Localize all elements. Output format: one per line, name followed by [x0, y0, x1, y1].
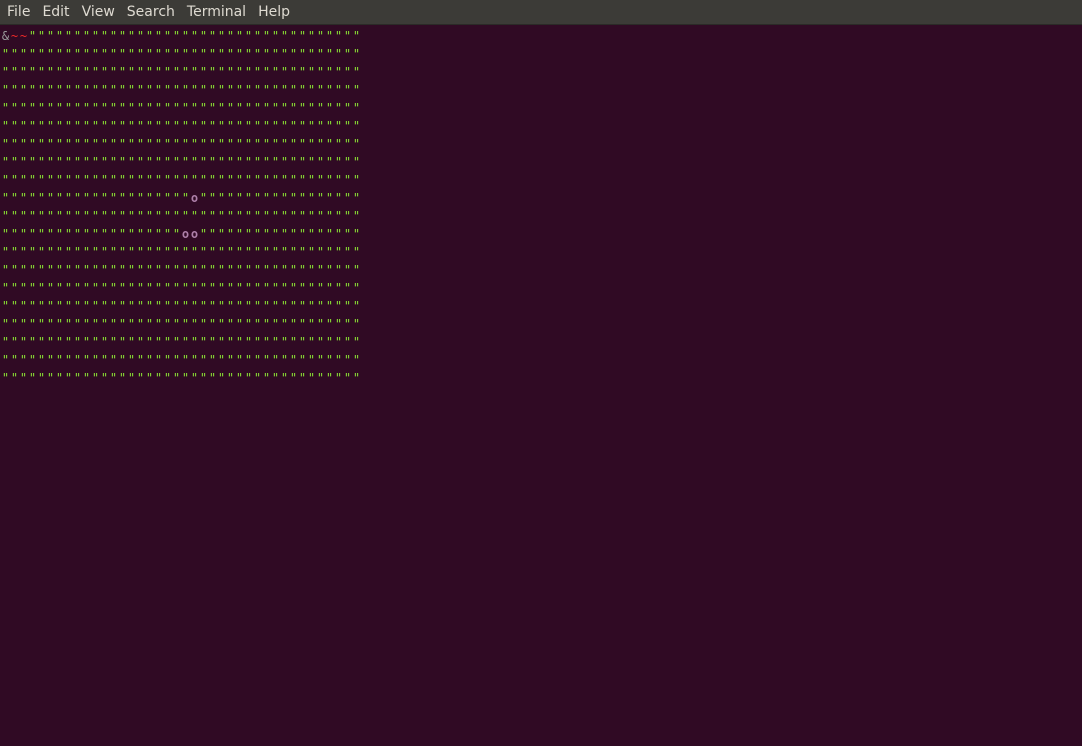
- terminal-row: & ~ ~ " " " " " " " " " " " " " " " " " " " " " " " " " " " " " " " " " " " " ": [1, 29, 361, 43]
- menu-bar: File Edit View Search Terminal Help: [0, 0, 1082, 25]
- terminal-row: " " " " " " " " " " " " " " " " " " " " " " " " " " " " " " " " " " " " " " " ": [1, 101, 361, 115]
- terminal-row: " " " " " " " " " " " " " " " " " " " " " " " " " " " " " " " " " " " " " " " ": [1, 353, 361, 367]
- terminal-row: " " " " " " " " " " " " " " " " " " " " " " " " " " " " " " " " " " " " " " " ": [1, 209, 361, 223]
- terminal-row: " " " " " " " " " " " " " " " " " " " " " " " " " " " " " " " " " " " " " " " ": [1, 245, 361, 259]
- terminal-row: " " " " " " " " " " " " " " " " " " " " " " " " " " " " " " " " " " " " " " " ": [1, 119, 361, 133]
- menu-terminal[interactable]: Terminal: [181, 0, 252, 25]
- terminal-row: " " " " " " " " " " " " " " " " " " " " " " " " " " " " " " " " " " " " " " " ": [1, 299, 361, 313]
- terminal-row: " " " " " " " " " " " " " " " " " " " " " " " " " " " " " " " " " " " " " " " ": [1, 47, 361, 61]
- menu-search[interactable]: Search: [121, 0, 181, 25]
- menu-help[interactable]: Help: [252, 0, 296, 25]
- terminal-row: " " " " " " " " " " " " " " " " " " " " " " " " " " " " " " " " " " " " " " " ": [1, 371, 361, 385]
- menu-file[interactable]: File: [1, 0, 36, 25]
- menu-edit[interactable]: Edit: [36, 0, 75, 25]
- terminal-row: " " " " " " " " " " " " " " " " " " " " " " " " " " " " " " " " " " " " " " " ": [1, 335, 361, 349]
- terminal-row: " " " " " " " " " " " " " " " " " " " " " " " " " " " " " " " " " " " " " " " ": [1, 83, 361, 97]
- terminal-row: " " " " " " " " " " " " " " " " " " " " " o " " " " " " " " " " " " " " " " " ": [1, 191, 361, 205]
- terminal-row: " " " " " " " " " " " " " " " " " " " " " " " " " " " " " " " " " " " " " " " ": [1, 173, 361, 187]
- terminal-screen[interactable]: & ~ ~ " " " " " " " " " " " " " " " " " " " " " " " " " " " " " " " " " " " " "…: [0, 25, 1082, 746]
- terminal-row: " " " " " " " " " " " " " " " " " " " " " " " " " " " " " " " " " " " " " " " ": [1, 155, 361, 169]
- terminal-row: " " " " " " " " " " " " " " " " " " " " " " " " " " " " " " " " " " " " " " " ": [1, 281, 361, 295]
- terminal-row: " " " " " " " " " " " " " " " " " " " " o o " " " " " " " " " " " " " " " " " ": [1, 227, 361, 241]
- terminal-row: " " " " " " " " " " " " " " " " " " " " " " " " " " " " " " " " " " " " " " " ": [1, 137, 361, 151]
- terminal-row: " " " " " " " " " " " " " " " " " " " " " " " " " " " " " " " " " " " " " " " ": [1, 317, 361, 331]
- terminal-row: " " " " " " " " " " " " " " " " " " " " " " " " " " " " " " " " " " " " " " " ": [1, 65, 361, 79]
- terminal-row: " " " " " " " " " " " " " " " " " " " " " " " " " " " " " " " " " " " " " " " ": [1, 263, 361, 277]
- menu-view[interactable]: View: [76, 0, 121, 25]
